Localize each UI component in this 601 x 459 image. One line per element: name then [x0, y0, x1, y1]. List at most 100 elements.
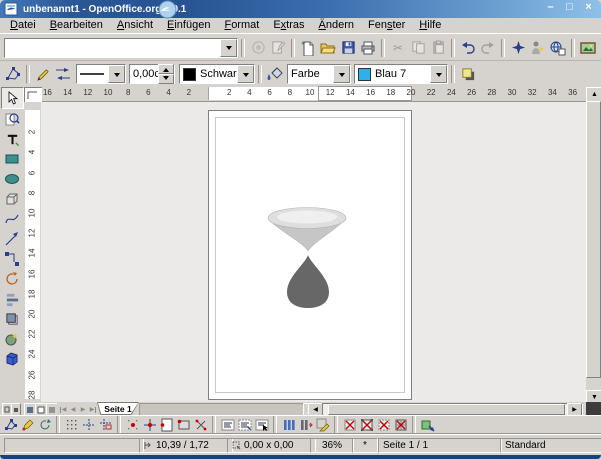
line-color-combobox[interactable]: Schwarz: [179, 64, 255, 84]
snap-to-helplines-toggle[interactable]: [141, 417, 158, 433]
menu-format[interactable]: Format: [217, 18, 266, 33]
horizontal-scroll-thumb[interactable]: [328, 404, 565, 415]
line-button[interactable]: [33, 64, 53, 84]
page-tab-seite-1[interactable]: Seite 1: [97, 402, 139, 415]
ruler-corner-icon[interactable]: [24, 87, 43, 103]
snap-to-page-margins-toggle[interactable]: [158, 417, 175, 433]
3d-controller-button[interactable]: [2, 349, 23, 369]
status-page-field[interactable]: Seite 1 / 1: [378, 438, 502, 453]
select-text-area-toggle[interactable]: [236, 417, 253, 433]
snap-to-object-points-toggle[interactable]: [192, 417, 209, 433]
status-zoom-field[interactable]: 36%: [310, 438, 354, 453]
line-color-arrow[interactable]: [237, 65, 254, 83]
funnel-drop-shape[interactable]: [266, 206, 350, 310]
menu-ansicht[interactable]: Ansicht: [110, 18, 160, 33]
title-bar[interactable]: unbenannt1 - OpenOffice.org 1.0.1 – □ ×: [0, 0, 601, 18]
fill-button[interactable]: [265, 64, 285, 84]
edit-points-toggle[interactable]: [2, 417, 19, 433]
allow-effects-toggle[interactable]: [36, 417, 53, 433]
close-button[interactable]: ×: [582, 1, 595, 15]
modify-with-attributes-toggle[interactable]: [280, 417, 297, 433]
double-click-edit-toggle[interactable]: [253, 417, 270, 433]
snap-to-object-border-toggle[interactable]: [175, 417, 192, 433]
menu-einfügen[interactable]: Einfügen: [160, 18, 217, 33]
gallery-button[interactable]: [578, 38, 598, 58]
scroll-up-button[interactable]: ▲: [586, 87, 601, 102]
handles-large-toggle[interactable]: [358, 417, 375, 433]
lines-arrows-button[interactable]: [2, 229, 23, 249]
snap-to-grid-toggle[interactable]: [124, 417, 141, 433]
ellipse-tool-button[interactable]: [2, 169, 23, 189]
fill-color-arrow[interactable]: [430, 65, 447, 83]
zoom-tool-button[interactable]: [2, 109, 23, 129]
save-button[interactable]: [338, 38, 358, 58]
curve-tool-button[interactable]: [2, 209, 23, 229]
cut-button: ✂: [388, 38, 408, 58]
handles-full-toggle[interactable]: [392, 417, 409, 433]
h-ruler-number: 16: [43, 88, 52, 97]
vertical-scroll-thumb[interactable]: [586, 101, 601, 378]
rectangle-tool-button[interactable]: [2, 149, 23, 169]
separator: [212, 416, 216, 434]
select-tool-button[interactable]: [1, 87, 24, 109]
effects-button[interactable]: [2, 329, 23, 349]
vertical-ruler[interactable]: 246810121416182022242628: [24, 102, 42, 402]
stylist-button[interactable]: [528, 38, 548, 58]
print-button[interactable]: [358, 38, 378, 58]
fill-color-combobox[interactable]: Blau 7: [354, 64, 448, 84]
rotate-icon: [4, 271, 20, 287]
separator: [258, 65, 262, 83]
menu-ändern[interactable]: Ändern: [312, 18, 361, 33]
status-size-field[interactable]: 0,00 x 0,00: [227, 438, 316, 453]
stop-icon: [251, 40, 266, 55]
line-width-spinner[interactable]: 0,00cm: [129, 64, 175, 84]
url-combo-arrow[interactable]: [220, 39, 237, 57]
fill-type-arrow[interactable]: [333, 65, 350, 83]
picture-placeholder-toggle[interactable]: [419, 417, 436, 433]
fill-type-combobox[interactable]: Farbe: [287, 64, 351, 84]
status-template-field[interactable]: Standard: [500, 438, 601, 453]
resize-corner[interactable]: [586, 402, 601, 415]
rotate-tool-button[interactable]: [2, 269, 23, 289]
new-document-button[interactable]: [298, 38, 318, 58]
glue-points-toggle[interactable]: [19, 417, 36, 433]
menu-datei[interactable]: Datei: [3, 18, 43, 33]
menu-bearbeiten[interactable]: Bearbeiten: [43, 18, 110, 33]
edit-mode-toggle[interactable]: [314, 417, 331, 433]
shadow-button[interactable]: [458, 64, 478, 84]
drawing-canvas[interactable]: [41, 102, 586, 402]
line-style-combobox[interactable]: [76, 64, 126, 84]
edit-points-button[interactable]: [3, 64, 23, 84]
undo-button[interactable]: [458, 38, 478, 58]
menu-extras[interactable]: Extras: [266, 18, 311, 33]
spin-up-button[interactable]: [158, 64, 174, 74]
exit-all-groups-button[interactable]: [297, 417, 314, 433]
minimize-button[interactable]: –: [544, 1, 557, 15]
helplines-moving-toggle[interactable]: [97, 417, 114, 433]
connector-tool-button[interactable]: [2, 249, 23, 269]
quick-edit-toggle[interactable]: [219, 417, 236, 433]
hyperlink-button[interactable]: [548, 38, 568, 58]
menu-fenster[interactable]: Fenster: [361, 18, 412, 33]
arrange-button[interactable]: [2, 309, 23, 329]
h-ruler-number: 10: [306, 88, 315, 97]
handles-simple-toggle[interactable]: [375, 417, 392, 433]
line-style-arrow[interactable]: [108, 65, 125, 83]
handles-plain-toggle[interactable]: [341, 417, 358, 433]
grid-visible-toggle[interactable]: [63, 417, 80, 433]
vertical-scrollbar[interactable]: ▲ ▼: [586, 87, 601, 402]
url-combobox[interactable]: [4, 38, 238, 58]
helplines-visible-toggle[interactable]: [80, 417, 97, 433]
3d-objects-button[interactable]: [2, 189, 23, 209]
spin-down-button[interactable]: [158, 74, 174, 84]
text-tool-button[interactable]: [2, 129, 23, 149]
menu-hilfe[interactable]: Hilfe: [412, 18, 448, 33]
open-button[interactable]: [318, 38, 338, 58]
arrow-ends-button[interactable]: [53, 64, 73, 84]
horizontal-ruler[interactable]: 1614121086422468101214161820222426283032…: [42, 86, 586, 102]
navigator-button[interactable]: [508, 38, 528, 58]
maximize-button[interactable]: □: [563, 1, 576, 15]
alignment-button[interactable]: [2, 289, 23, 309]
status-position-field[interactable]: 10,39 / 1,72: [139, 438, 233, 453]
url-input[interactable]: [5, 39, 220, 57]
